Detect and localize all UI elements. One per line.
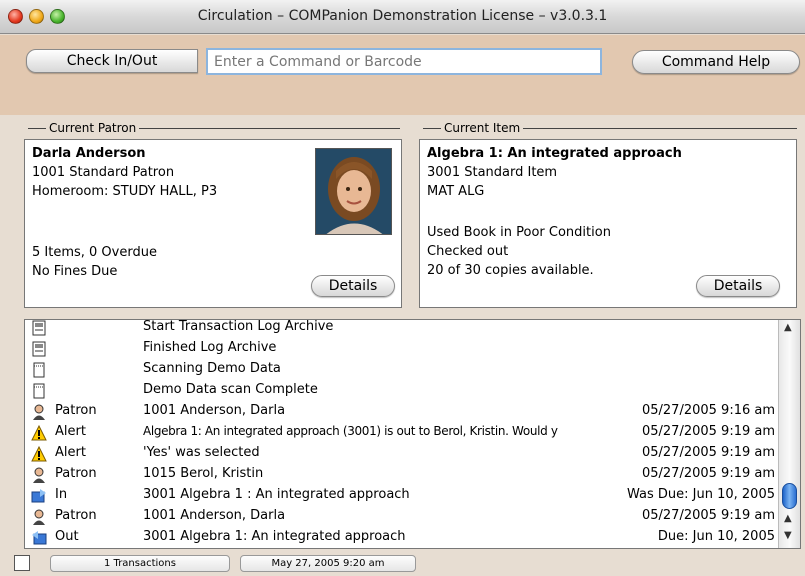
archive-icon — [31, 341, 47, 357]
log-toggle-icon[interactable] — [14, 555, 30, 571]
item-condition: Used Book in Poor Condition — [427, 225, 611, 240]
log-row-timestamp: 05/27/2005 9:16 am — [641, 403, 775, 418]
item-id-type: 3001 Standard Item — [427, 165, 558, 180]
log-row-detail: Start Transaction Log Archive — [143, 319, 334, 334]
log-row-detail: 3001 Algebra 1: An integrated approach — [143, 529, 406, 544]
log-row-detail: Scanning Demo Data — [143, 361, 281, 376]
log-row-detail: Algebra 1: An integrated approach (3001)… — [143, 424, 558, 438]
archive-icon — [31, 320, 47, 336]
check-in-out-button[interactable]: Check In/Out — [26, 49, 198, 73]
log-row-type: Alert — [55, 445, 86, 460]
current-patron-panel: Darla Anderson 1001 Standard Patron Home… — [24, 139, 402, 308]
alert-icon — [31, 424, 47, 441]
log-row-detail: Demo Data scan Complete — [143, 382, 318, 397]
book-out-icon — [31, 530, 47, 546]
patron-photo — [315, 148, 392, 235]
scroll-down-button[interactable]: ▼ — [784, 530, 792, 541]
command-input[interactable] — [206, 48, 602, 75]
log-row[interactable]: Finished Log Archive — [25, 338, 777, 359]
log-row[interactable]: Alert 'Yes' was selected 05/27/2005 9:19 a… — [25, 443, 777, 464]
item-details-button[interactable]: Details — [696, 275, 780, 297]
document-icon — [31, 383, 47, 399]
log-row-timestamp: 05/27/2005 9:19 am — [641, 424, 775, 439]
scroll-up-arrow-icon[interactable]: ▲ — [784, 322, 792, 333]
log-scrollbar[interactable]: ▲ ▲ ▼ — [778, 320, 800, 548]
log-row-timestamp: 05/27/2005 9:19 am — [641, 445, 775, 460]
command-band — [0, 35, 805, 115]
log-row-detail: 1001 Anderson, Darla — [143, 508, 286, 523]
patron-fines: No Fines Due — [32, 264, 118, 279]
document-icon — [31, 362, 47, 378]
patron-details-button[interactable]: Details — [311, 275, 395, 297]
log-row[interactable]: Start Transaction Log Archive — [25, 319, 777, 338]
patron-icon — [31, 467, 47, 483]
log-row[interactable]: Patron 1015 Berol, Kristin 05/27/2005 9:19… — [25, 464, 777, 485]
item-title: Algebra 1: An integrated approach — [427, 146, 682, 161]
transactions-count: 1 Transactions — [50, 555, 230, 572]
log-row-type: In — [55, 487, 68, 502]
scroll-thumb[interactable] — [782, 483, 797, 509]
log-row-type: Patron — [55, 403, 97, 418]
current-datetime: May 27, 2005 9:20 am — [240, 555, 416, 572]
log-row-detail: 1015 Berol, Kristin — [143, 466, 264, 481]
patron-items-count: 5 Items, 0 Overdue — [32, 245, 157, 260]
item-status: Checked out — [427, 244, 509, 259]
patron-id-type: 1001 Standard Patron — [32, 165, 175, 180]
status-bar: 1 Transactions May 27, 2005 9:20 am — [0, 551, 805, 576]
log-row-type: Out — [55, 529, 79, 544]
patron-name: Darla Anderson — [32, 146, 146, 161]
log-row[interactable]: Patron 1001 Anderson, Darla 05/27/2005 9:1… — [25, 506, 777, 527]
window-title: Circulation – COMPanion Demonstration Li… — [197, 8, 608, 24]
log-row-timestamp: Was Due: Jun 10, 2005 — [627, 487, 775, 502]
log-row[interactable]: Scanning Demo Data — [25, 359, 777, 380]
alert-icon — [31, 445, 47, 462]
current-item-header: Current Item — [441, 121, 524, 135]
current-patron-header: Current Patron — [46, 121, 140, 135]
log-row[interactable]: Alert Algebra 1: An integrated approach (… — [25, 422, 777, 443]
title-bar: Circulation – COMPanion Demonstration Li… — [0, 0, 805, 34]
patron-homeroom: Homeroom: STUDY HALL, P3 — [32, 184, 218, 199]
current-item-groupbox: Current Item — [423, 121, 797, 135]
item-availability: 20 of 30 copies available. — [427, 263, 594, 278]
command-help-button[interactable]: Command Help — [632, 50, 800, 74]
scroll-up-button[interactable]: ▲ — [784, 513, 792, 524]
book-in-icon — [31, 488, 47, 504]
log-row-timestamp: 05/27/2005 9:19 am — [641, 508, 775, 523]
log-row-type: Patron — [55, 508, 97, 523]
log-row[interactable]: Patron 1001 Anderson, Darla 05/27/2005 9:1… — [25, 401, 777, 422]
log-row-detail: 1001 Anderson, Darla — [143, 403, 286, 418]
log-row[interactable]: Out 3001 Algebra 1: An integrated approac… — [25, 527, 777, 548]
log-row-timestamp: 05/27/2005 9:19 am — [641, 466, 775, 481]
patron-icon — [31, 404, 47, 420]
item-call-number: MAT ALG — [427, 184, 485, 199]
log-row-detail: 3001 Algebra 1 : An integrated approach — [143, 487, 410, 502]
log-row-type: Alert — [55, 424, 86, 439]
log-row-detail: 'Yes' was selected — [143, 445, 260, 460]
log-row-type: Patron — [55, 466, 97, 481]
log-row[interactable]: In 3001 Algebra 1 : An integrated approac… — [25, 485, 777, 506]
current-patron-groupbox: Current Patron — [28, 121, 400, 135]
log-row-detail: Finished Log Archive — [143, 340, 277, 355]
log-row-timestamp: Due: Jun 10, 2005 — [657, 529, 775, 544]
current-item-panel: Algebra 1: An integrated approach 3001 S… — [419, 139, 797, 308]
log-row[interactable]: Demo Data scan Complete — [25, 380, 777, 401]
patron-icon — [31, 509, 47, 525]
transaction-log[interactable]: Start Transaction Log Archive Finished Lo… — [24, 319, 801, 549]
